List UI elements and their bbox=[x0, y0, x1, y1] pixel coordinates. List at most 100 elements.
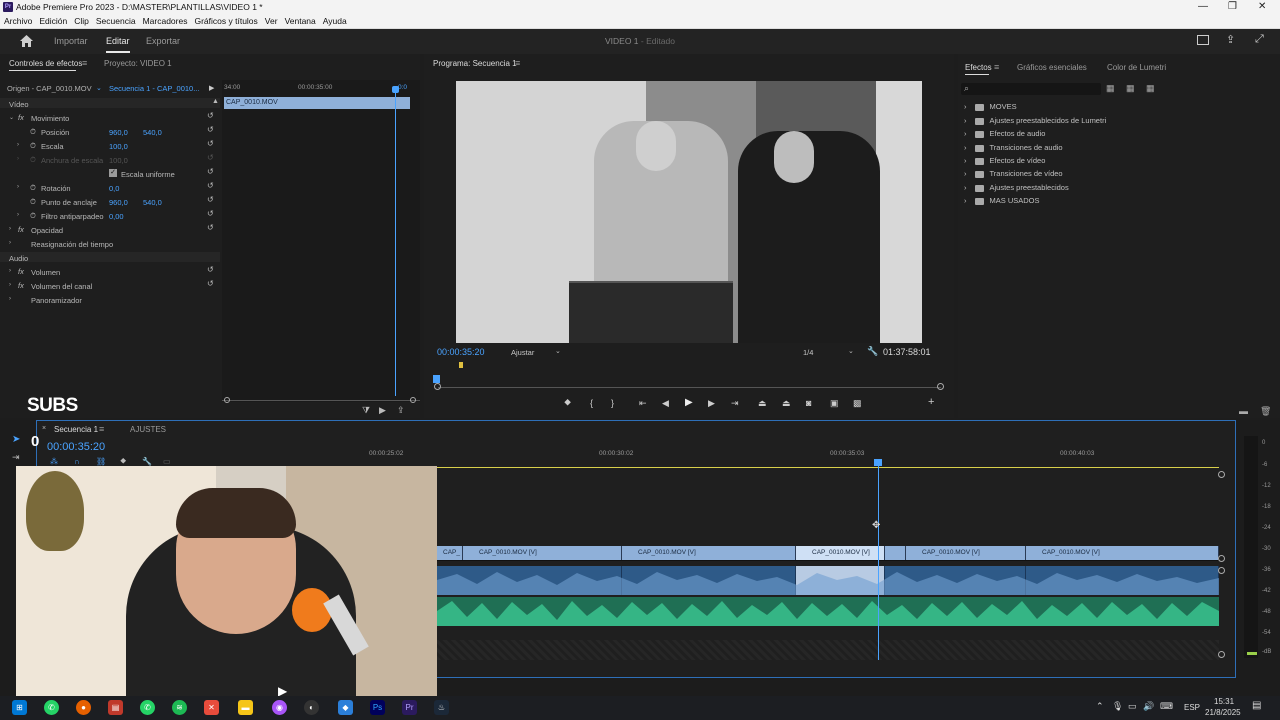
clock-date[interactable]: 21/8/2025 bbox=[1205, 708, 1241, 717]
fit-dropdown[interactable]: Ajustar bbox=[511, 348, 534, 357]
clock-time[interactable]: 15:31 bbox=[1214, 697, 1234, 706]
filtro-value[interactable]: 0,00 bbox=[109, 212, 124, 221]
reset-icon[interactable]: ↺ bbox=[207, 279, 214, 288]
empty-track[interactable] bbox=[437, 640, 1219, 660]
spotify-icon[interactable]: ≋ bbox=[172, 700, 187, 715]
track-scroll-handle[interactable] bbox=[1218, 651, 1225, 658]
menu-ver[interactable]: Ver bbox=[265, 16, 278, 26]
app-icon[interactable]: ◆ bbox=[338, 700, 353, 715]
vr-icon[interactable]: ▩ bbox=[853, 398, 862, 409]
posicion-x-value[interactable]: 960,0 bbox=[109, 128, 128, 137]
restore-icon[interactable]: ❐ bbox=[1228, 1, 1237, 12]
scroll-handle-right[interactable] bbox=[410, 397, 416, 403]
stopwatch-icon[interactable]: ⏱ bbox=[30, 197, 36, 207]
export-icon[interactable]: ⇪ bbox=[397, 405, 405, 416]
stopwatch-icon[interactable]: ⏱ bbox=[30, 141, 36, 151]
mic-icon[interactable]: 🎙 bbox=[1112, 701, 1123, 712]
mini-playhead[interactable] bbox=[395, 86, 396, 396]
scroll-up-icon[interactable]: ▲ bbox=[212, 98, 219, 105]
expand-icon[interactable]: › bbox=[17, 184, 19, 190]
effects-folder-presets[interactable]: › Ajustes preestablecidos bbox=[964, 183, 1069, 192]
timeline-playhead-handle[interactable] bbox=[874, 459, 882, 466]
menu-ventana[interactable]: Ventana bbox=[285, 16, 316, 26]
video-clip[interactable] bbox=[885, 546, 906, 560]
photoshop-icon[interactable]: Ps bbox=[370, 700, 385, 715]
extract-icon[interactable]: ⏏ bbox=[782, 398, 791, 409]
add-button-icon[interactable]: + bbox=[928, 396, 934, 408]
yuv-effects-icon[interactable]: ▦ bbox=[1146, 83, 1155, 94]
whatsapp-icon[interactable]: ✆ bbox=[140, 700, 155, 715]
reset-icon[interactable]: ↺ bbox=[207, 139, 214, 148]
play-triangle-icon[interactable]: ▶ bbox=[209, 84, 214, 92]
effects-search-input[interactable] bbox=[961, 83, 1101, 95]
expand-icon[interactable]: › bbox=[9, 240, 11, 246]
video-clip[interactable]: CAP_0010.MOV [V] bbox=[463, 546, 622, 560]
app-icon[interactable]: ✕ bbox=[204, 700, 219, 715]
expand-icon[interactable]: › bbox=[9, 296, 11, 302]
mini-scrollbar[interactable] bbox=[222, 400, 420, 401]
play-icon[interactable]: ▶ bbox=[685, 397, 693, 408]
quick-export-icon[interactable] bbox=[1197, 35, 1209, 45]
panel-menu-icon[interactable]: ≡ bbox=[99, 424, 104, 434]
effects-folder-video-transitions[interactable]: › Transiciones de vídeo bbox=[964, 169, 1063, 178]
effects-folder-audio-effects[interactable]: › Efectos de audio bbox=[964, 129, 1045, 138]
tab-editar[interactable]: Editar bbox=[106, 36, 130, 46]
menu-archivo[interactable]: Archivo bbox=[4, 16, 32, 26]
tab-importar[interactable]: Importar bbox=[54, 36, 88, 46]
wrench-icon[interactable]: 🔧 bbox=[867, 346, 878, 357]
expand-icon[interactable]: › bbox=[17, 212, 19, 218]
effects-folder-video-effects[interactable]: › Efectos de vídeo bbox=[964, 156, 1045, 165]
video-clip[interactable]: CAP_0010.MOV [V] bbox=[906, 546, 1026, 560]
panel-menu-icon[interactable]: ≡ bbox=[515, 58, 520, 68]
menu-ayuda[interactable]: Ayuda bbox=[323, 16, 347, 26]
mini-clip[interactable]: CAP_0010.MOV bbox=[224, 97, 410, 109]
filter-icon[interactable]: ⧩ bbox=[362, 405, 370, 416]
menu-secuencia[interactable]: Secuencia bbox=[96, 16, 136, 26]
tab-secuencia-1[interactable]: Secuencia 1 bbox=[54, 425, 98, 434]
stopwatch-icon[interactable]: ⏱ bbox=[30, 211, 36, 221]
menu-clip[interactable]: Clip bbox=[74, 16, 89, 26]
panel-menu-icon[interactable]: ≡ bbox=[994, 62, 999, 72]
scroll-handle-left[interactable] bbox=[434, 383, 441, 390]
trash-icon[interactable]: 🗑 bbox=[1260, 406, 1271, 417]
reset-icon[interactable]: ↺ bbox=[207, 195, 214, 204]
expand-icon[interactable]: › bbox=[9, 282, 11, 288]
effects-folder-lumetri[interactable]: › Ajustes preestablecidos de Lumetri bbox=[964, 116, 1106, 125]
expand-icon[interactable]: › bbox=[17, 142, 19, 148]
expand-icon[interactable]: › bbox=[9, 226, 11, 232]
menu-edicion[interactable]: Edición bbox=[39, 16, 67, 26]
reset-icon[interactable]: ↺ bbox=[207, 265, 214, 274]
compare-icon[interactable]: ▣ bbox=[830, 398, 839, 409]
work-area-bar[interactable] bbox=[437, 467, 1219, 468]
tab-project[interactable]: Proyecto: VIDEO 1 bbox=[104, 59, 172, 68]
app-icon[interactable]: ▤ bbox=[108, 700, 123, 715]
tab-effect-controls[interactable]: Controles de efectos bbox=[9, 59, 82, 68]
go-to-in-icon[interactable]: ⇤ bbox=[639, 398, 647, 409]
mark-in-icon[interactable]: { bbox=[590, 398, 593, 408]
source-selector[interactable]: Origen - CAP_0010.MOV bbox=[7, 84, 92, 93]
program-monitor-title[interactable]: Programa: Secuencia 1 bbox=[433, 59, 517, 68]
tab-efectos[interactable]: Efectos bbox=[965, 63, 992, 72]
close-icon[interactable]: × bbox=[42, 425, 46, 432]
selection-tool-icon[interactable]: ➤ bbox=[12, 434, 20, 445]
track-scroll-handle[interactable] bbox=[1218, 567, 1225, 574]
fullscreen-icon[interactable]: ⤢ bbox=[1255, 33, 1264, 46]
punto-x-value[interactable]: 960,0 bbox=[109, 198, 128, 207]
mark-out-icon[interactable]: } bbox=[611, 398, 614, 408]
reset-icon[interactable]: ↺ bbox=[207, 111, 214, 120]
chevron-down-icon[interactable]: ⌄ bbox=[96, 84, 102, 92]
reset-icon[interactable]: ↺ bbox=[207, 181, 214, 190]
reset-icon[interactable]: ↺ bbox=[207, 223, 214, 232]
track-scroll-handle[interactable] bbox=[1218, 555, 1225, 562]
timeline-playhead[interactable] bbox=[878, 466, 879, 660]
expand-icon[interactable]: › bbox=[9, 268, 11, 274]
play-only-icon[interactable]: ▶ bbox=[379, 405, 386, 416]
step-back-icon[interactable]: ◀︎ bbox=[662, 398, 669, 409]
steam-icon[interactable]: ♨ bbox=[434, 700, 449, 715]
app-icon[interactable]: ◉ bbox=[272, 700, 287, 715]
go-to-out-icon[interactable]: ⇥ bbox=[731, 398, 739, 409]
track-select-icon[interactable]: ⇥ bbox=[12, 452, 20, 463]
menu-marcadores[interactable]: Marcadores bbox=[143, 16, 188, 26]
punto-y-value[interactable]: 540,0 bbox=[143, 198, 162, 207]
rotacion-value[interactable]: 0,0 bbox=[109, 184, 119, 193]
